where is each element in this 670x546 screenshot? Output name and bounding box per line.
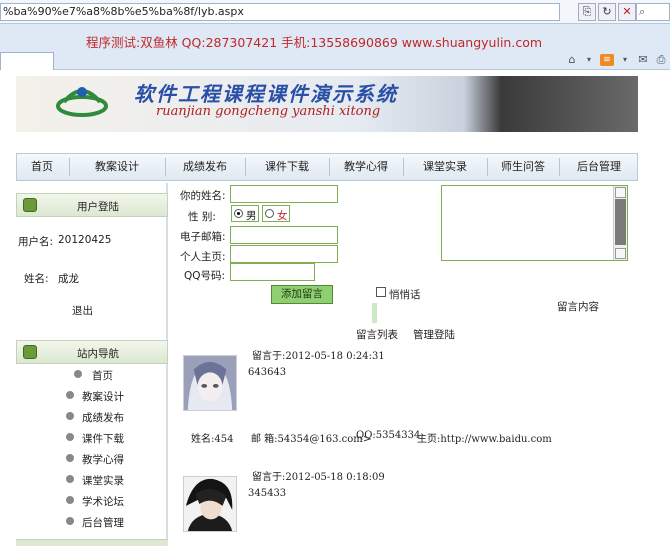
nav-item[interactable]: 后台管理 [561,154,637,180]
radio-male[interactable] [234,209,243,218]
nav-divider [245,158,246,176]
username-value: 20120425 [58,234,112,246]
message-text: 345433 [248,488,287,499]
content-textarea[interactable] [441,185,628,261]
avatar [183,355,237,411]
home-icon[interactable]: ⌂ [565,54,579,66]
qq-field[interactable] [230,263,315,281]
mail-icon[interactable]: ✉ [636,54,650,66]
private-checkbox[interactable] [376,287,386,297]
sidebar-link[interactable]: 成绩发布 [82,410,124,425]
nav-item[interactable]: 师生问答 [489,154,557,180]
print-icon[interactable]: ⎙ [654,54,668,66]
bullet-icon [66,391,74,399]
gender-male[interactable]: 男 [231,205,259,222]
qq-label: QQ号码: [184,270,226,282]
name-input[interactable] [230,185,338,203]
name-value: 成龙 [58,273,79,285]
bullet-icon [74,370,82,378]
homepage-field[interactable] [230,245,338,263]
homepage-label: 个人主页: [180,251,226,263]
url-field[interactable]: %ba%90%e7%a8%8b%e5%ba%8f/lyb.aspx [0,3,560,21]
sidebar-link[interactable]: 教学心得 [82,452,124,467]
nav-item[interactable]: 课件下载 [247,154,327,180]
banner-subtitle: ruanjian gongcheng yanshi xitong [156,104,381,119]
bullet-icon [66,517,74,525]
name-label: 你的姓名: [180,190,226,202]
nav-divider [165,158,166,176]
radio-female[interactable] [265,209,274,218]
message-email: 邮 箱:54354@163.com> [251,434,372,445]
nav-item[interactable]: 首页 [17,154,67,180]
nav-item[interactable]: 教案设计 [71,154,163,180]
login-panel-header: 用户登陆 [16,193,168,217]
bullet-icon [66,454,74,462]
nav-divider [69,158,70,176]
message-qq: QQ:5354334 [356,430,421,441]
bullet-icon [66,433,74,441]
gender-label: 性 别: [188,211,216,223]
message-homepage: 主页:http://www.baidu.com [417,434,552,445]
bullet-icon [66,412,74,420]
left-sidebar: 用户登陆 用户名: 20120425 姓名: 成龙 退出 站内导航 首页 教案设… [16,183,168,546]
nav-item[interactable]: 成绩发布 [167,154,243,180]
message-time: 留言于:2012-05-18 0:24:31 [252,351,385,362]
email-field[interactable] [230,226,338,244]
search-input[interactable]: ⌕ [636,3,670,21]
main-nav: 首页 教案设计 成绩发布 课件下载 教学心得 课堂实录 师生问答 后台管理 [16,153,638,181]
message-author: 姓名:454 [191,434,234,445]
refresh-icon[interactable]: ↻ [598,3,616,21]
sidebar-link[interactable]: 课件下载 [82,431,124,446]
message-text: 643643 [248,367,287,378]
panel-icon [23,198,37,212]
nav-item[interactable]: 教学心得 [331,154,401,180]
private-label: 悄悄话 [389,289,421,301]
sidebar-link-home[interactable]: 首页 [92,368,113,383]
avatar [183,476,237,532]
nav-item[interactable]: 课堂实录 [405,154,485,180]
divider-bar [372,303,377,323]
rss-icon[interactable]: ≋ [600,54,614,66]
nav-divider [559,158,560,176]
nav-divider [487,158,488,176]
banner-title: 软件工程课程课件演示系统 [134,82,398,106]
admin-login-link[interactable]: 管理登陆 [413,327,455,342]
search-icon: ⌕ [639,5,646,18]
bullet-icon [66,475,74,483]
sidebar-link[interactable]: 后台管理 [82,515,124,530]
sidebar-link[interactable]: 学术论坛 [82,494,124,509]
message-time: 留言于:2012-05-18 0:18:09 [252,472,385,483]
textarea-scrollbar[interactable] [613,186,627,260]
bullet-icon [66,496,74,504]
logo-icon [56,87,108,117]
name-label: 姓名: [24,273,49,285]
submit-button[interactable]: 添加留言 [271,285,333,304]
email-label: 电子邮箱: [180,231,226,243]
panel-icon [23,345,37,359]
panel-title: 站内导航 [77,348,119,360]
content-label: 留言内容 [557,301,599,313]
promo-text: 程序测试:双鱼林 QQ:287307421 手机:13558690869 www… [86,35,543,50]
chevron-down-icon[interactable]: ▾ [582,54,596,66]
address-bar: %ba%90%e7%a8%8b%e5%ba%8f/lyb.aspx ⎘ ↻ ✕ … [0,0,670,24]
panel-footer [16,539,168,546]
site-nav-header: 站内导航 [16,340,168,364]
site-banner: 软件工程课程课件演示系统 ruanjian gongcheng yanshi x… [16,76,638,132]
message-list-link[interactable]: 留言列表 [356,327,398,342]
username-label: 用户名: [18,236,54,248]
chevron-down-icon[interactable]: ▾ [618,54,632,66]
stop-icon[interactable]: ✕ [618,3,636,21]
logout-link[interactable]: 退出 [72,303,93,318]
panel-title: 用户登陆 [77,201,119,213]
compat-view-icon[interactable]: ⎘ [578,3,596,21]
nav-divider [329,158,330,176]
sidebar-link[interactable]: 教案设计 [82,389,124,404]
sidebar-link[interactable]: 课堂实录 [82,473,124,488]
browser-tab[interactable] [0,52,54,70]
gender-female[interactable]: 女 [262,205,290,222]
nav-divider [403,158,404,176]
browser-toolbar: 程序测试:双鱼林 QQ:287307421 手机:13558690869 www… [0,24,670,70]
